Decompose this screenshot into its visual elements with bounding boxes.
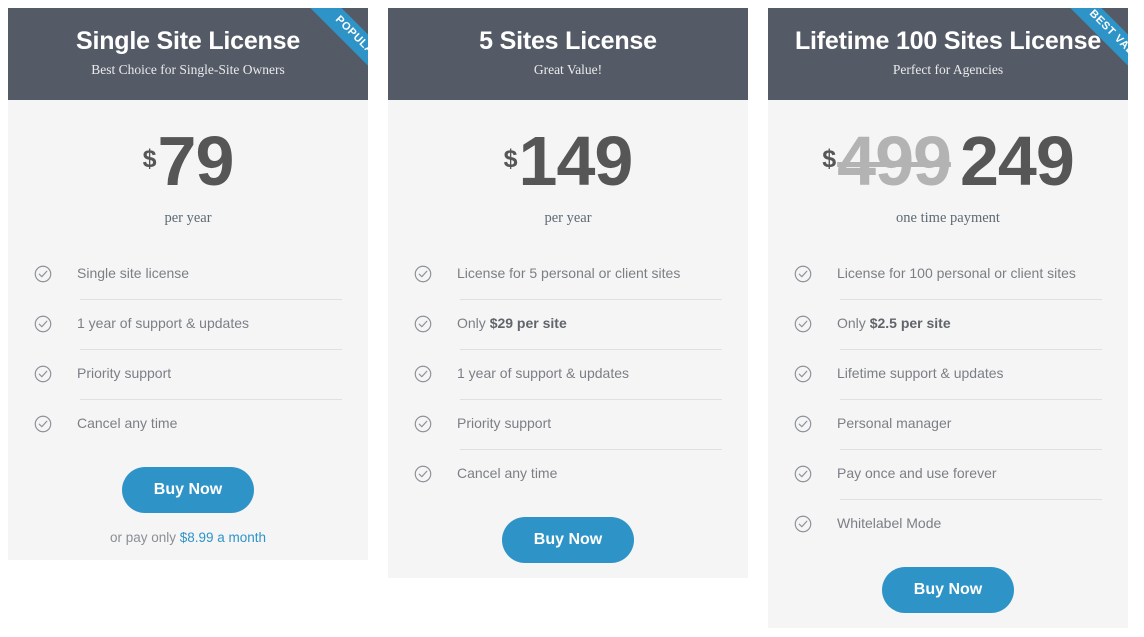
feature-label: 1 year of support & updates xyxy=(77,315,249,332)
card-header: Lifetime 100 Sites License Perfect for A… xyxy=(768,8,1128,100)
check-circle-icon xyxy=(34,415,52,433)
feature-item: Priority support xyxy=(34,349,342,399)
check-circle-icon xyxy=(34,265,52,283)
card-header: Single Site License Best Choice for Sing… xyxy=(8,8,368,100)
price-block: $499 249 one time payment xyxy=(768,100,1128,227)
monthly-price-link[interactable]: $8.99 a month xyxy=(180,530,266,545)
price-amount: 79 xyxy=(157,122,235,200)
billing-period: one time payment xyxy=(896,210,1000,226)
feature-label: Whitelabel Mode xyxy=(837,515,942,532)
currency-symbol: $ xyxy=(822,144,837,173)
feature-label: Personal manager xyxy=(837,415,952,432)
feature-label-strong: $29 per site xyxy=(489,315,567,332)
feature-label: Cancel any time xyxy=(457,465,558,482)
check-circle-icon xyxy=(414,415,432,433)
plan-subtitle: Great Value! xyxy=(533,62,603,77)
old-price-amount: 499 xyxy=(837,122,952,200)
payment-note: or pay only $8.99 a month xyxy=(8,530,368,545)
price-block: $79 per year xyxy=(8,100,368,227)
plan-title: Single Site License xyxy=(75,27,301,55)
check-circle-icon xyxy=(414,265,432,283)
cta-block: Buy Now xyxy=(388,499,748,563)
feature-item: Cancel any time xyxy=(34,399,342,449)
feature-item: Priority support xyxy=(414,399,722,449)
billing-period: per year xyxy=(544,210,592,226)
pricing-card-lifetime: Lifetime 100 Sites License Perfect for A… xyxy=(768,8,1128,628)
feature-label: License for 5 personal or client sites xyxy=(457,265,681,282)
plan-subtitle: Best Choice for Single-Site Owners xyxy=(91,62,285,77)
cta-block: Buy Now xyxy=(768,549,1128,613)
feature-item: 1 year of support & updates xyxy=(34,299,342,349)
buy-now-button[interactable]: Buy Now xyxy=(881,567,1015,613)
feature-label: License for 100 personal or client sites xyxy=(837,265,1076,282)
feature-label-text: Only xyxy=(457,315,490,332)
feature-label: Only $29 per site xyxy=(457,315,567,333)
feature-item: Pay once and use forever xyxy=(794,449,1102,499)
feature-list: License for 100 personal or client sites… xyxy=(768,227,1128,549)
feature-item: Personal manager xyxy=(794,399,1102,449)
plan-subtitle: Perfect for Agencies xyxy=(892,62,1004,77)
price-line: $149 xyxy=(503,126,634,196)
payment-note-prefix: or pay only xyxy=(109,530,180,545)
feature-label: Priority support xyxy=(77,365,172,382)
feature-item: License for 100 personal or client sites xyxy=(794,249,1102,299)
feature-list: Single site license 1 year of support & … xyxy=(8,227,368,449)
check-circle-icon xyxy=(414,365,432,383)
pricing-card-single-site: Single Site License Best Choice for Sing… xyxy=(8,8,368,560)
feature-label: Pay once and use forever xyxy=(837,465,997,482)
card-header: 5 Sites License Great Value! xyxy=(388,8,748,100)
feature-label-strong: $2.5 per site xyxy=(869,315,951,332)
feature-item: Whitelabel Mode xyxy=(794,499,1102,549)
check-circle-icon xyxy=(794,415,812,433)
check-circle-icon xyxy=(794,465,812,483)
feature-label: Single site license xyxy=(77,265,190,282)
price-amount: 149 xyxy=(518,122,634,200)
cta-block: Buy Now or pay only $8.99 a month xyxy=(8,449,368,545)
feature-label: Only $2.5 per site xyxy=(837,315,951,333)
buy-now-button[interactable]: Buy Now xyxy=(501,517,635,563)
feature-list: License for 5 personal or client sites O… xyxy=(388,227,748,499)
check-circle-icon xyxy=(794,265,812,283)
check-circle-icon xyxy=(794,515,812,533)
feature-label: Cancel any time xyxy=(77,415,178,432)
pricing-table: Single Site License Best Choice for Sing… xyxy=(0,0,1144,637)
feature-label-text: Only xyxy=(837,315,870,332)
buy-now-button[interactable]: Buy Now xyxy=(121,467,255,513)
currency-symbol: $ xyxy=(142,144,157,173)
check-circle-icon xyxy=(34,365,52,383)
price-amount: 249 xyxy=(959,122,1075,200)
pricing-card-five-sites: 5 Sites License Great Value! $149 per ye… xyxy=(388,8,748,578)
price-line: $79 xyxy=(142,126,235,196)
check-circle-icon xyxy=(414,465,432,483)
feature-item: Only $2.5 per site xyxy=(794,299,1102,349)
check-circle-icon xyxy=(794,315,812,333)
check-circle-icon xyxy=(34,315,52,333)
feature-item: Lifetime support & updates xyxy=(794,349,1102,399)
feature-label: Lifetime support & updates xyxy=(837,365,1004,382)
feature-item: Cancel any time xyxy=(414,449,722,499)
plan-title: 5 Sites License xyxy=(479,27,657,55)
plan-title: Lifetime 100 Sites License xyxy=(794,27,1102,55)
feature-label: Priority support xyxy=(457,415,552,432)
feature-item: Single site license xyxy=(34,249,342,299)
feature-item: Only $29 per site xyxy=(414,299,722,349)
currency-symbol: $ xyxy=(503,144,518,173)
check-circle-icon xyxy=(414,315,432,333)
feature-item: License for 5 personal or client sites xyxy=(414,249,722,299)
feature-item: 1 year of support & updates xyxy=(414,349,722,399)
check-circle-icon xyxy=(794,365,812,383)
billing-period: per year xyxy=(164,210,212,226)
price-line: $499 249 xyxy=(822,126,1074,196)
feature-label: 1 year of support & updates xyxy=(457,365,629,382)
price-block: $149 per year xyxy=(388,100,748,227)
